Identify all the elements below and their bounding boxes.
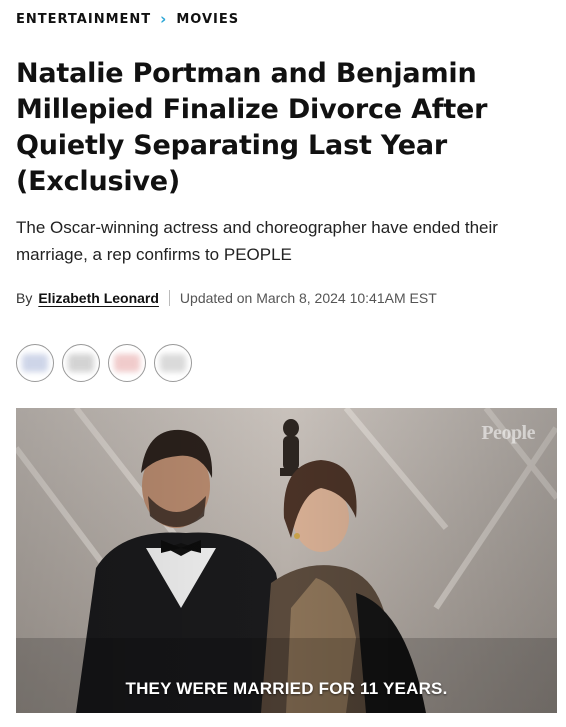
article-headline: Natalie Portman and Benjamin Millepied F…: [16, 58, 488, 197]
hero-image: [16, 408, 557, 713]
facebook-icon: [22, 354, 48, 372]
byline-divider: [168, 290, 170, 306]
breadcrumb-movies-link[interactable]: MOVIES: [176, 12, 239, 27]
people-watermark: People: [481, 422, 535, 444]
pinterest-icon: [68, 354, 94, 372]
share-facebook-button[interactable]: [16, 344, 54, 382]
share-flipboard-button[interactable]: [108, 344, 146, 382]
share-email-button[interactable]: [154, 344, 192, 382]
email-icon: [160, 354, 186, 372]
share-pinterest-button[interactable]: [62, 344, 100, 382]
chevron-right-icon: ›: [160, 10, 168, 28]
flipboard-icon: [114, 354, 140, 372]
article-dek: The Oscar-winning actress and choreograp…: [16, 218, 498, 264]
byline: By Elizabeth Leonard Updated on March 8,…: [16, 290, 437, 306]
author-link[interactable]: Elizabeth Leonard: [38, 290, 159, 306]
breadcrumb-entertainment-link[interactable]: ENTERTAINMENT: [16, 12, 151, 27]
share-buttons: [16, 344, 192, 382]
updated-timestamp: Updated on March 8, 2024 10:41AM EST: [179, 290, 437, 306]
breadcrumb: ENTERTAINMENT › MOVIES: [16, 10, 239, 28]
video-caption: THEY WERE MARRIED FOR 11 YEARS.: [125, 679, 448, 698]
hero-video[interactable]: People THEY WERE MARRIED FOR 11 YEARS.: [16, 408, 557, 713]
byline-prefix: By: [16, 290, 33, 306]
